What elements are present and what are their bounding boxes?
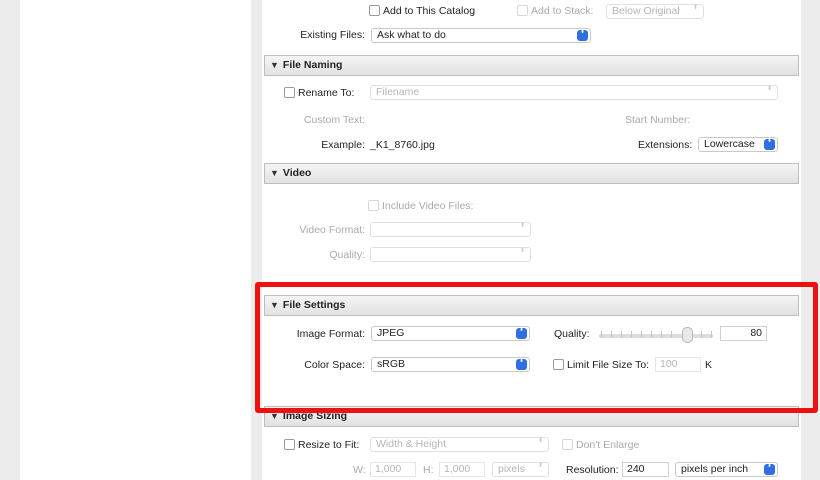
video-title: Video <box>282 167 312 179</box>
resize-to-fit-label: Resize to Fit: <box>298 439 360 451</box>
existing-files-select[interactable]: Ask what to do ⬍ <box>371 28 591 43</box>
rename-to-checkbox[interactable] <box>284 87 295 98</box>
rename-to-label: Rename To: <box>298 87 355 99</box>
add-to-catalog-checkbox[interactable] <box>369 5 380 16</box>
resize-to-fit-value: Width & Height <box>376 438 447 450</box>
example-value: _K1_8760.jpg <box>370 139 435 151</box>
existing-files-label: Existing Files: <box>300 29 365 41</box>
resolution-field[interactable]: 240 <box>622 462 669 477</box>
extensions-label: Extensions: <box>638 139 693 151</box>
resolution-units-select[interactable]: pixels per inch ⬍ <box>675 462 778 477</box>
example-label: Example: <box>321 139 365 151</box>
chevron-up-down-icon: ⬍ <box>577 29 588 41</box>
start-number-label: Start Number: <box>625 114 691 126</box>
chevron-up-down-icon: ⬍ <box>519 223 526 229</box>
chevron-up-down-icon: ⬍ <box>766 86 773 92</box>
resize-to-fit-select[interactable]: Width & Height ⬍ <box>370 437 549 452</box>
resolution-units-value: pixels per inch <box>681 463 749 475</box>
include-video-label: Include Video Files: <box>382 200 474 212</box>
add-to-catalog-label: Add to This Catalog <box>383 5 476 17</box>
chevron-up-down-icon: ⬍ <box>692 5 699 11</box>
custom-text-label: Custom Text: <box>303 114 365 126</box>
rename-to-value: Filename <box>376 86 420 98</box>
width-field[interactable]: 1,000 <box>370 462 416 477</box>
dont-enlarge-checkbox[interactable] <box>562 439 573 450</box>
chevron-up-down-icon: ⬍ <box>764 463 775 475</box>
video-header[interactable]: ▼ Video <box>264 163 799 184</box>
dont-enlarge-label: Don't Enlarge <box>576 439 640 451</box>
extensions-value: Lowercase <box>704 138 755 150</box>
highlight-box <box>255 282 818 413</box>
rename-to-select[interactable]: Filename ⬍ <box>370 85 778 100</box>
video-quality-label: Quality: <box>329 249 365 261</box>
video-format-select[interactable]: ⬍ <box>370 222 531 237</box>
extensions-select[interactable]: Lowercase ⬍ <box>698 137 778 152</box>
video-quality-select[interactable]: ⬍ <box>370 247 531 262</box>
chevron-up-down-icon: ⬍ <box>764 138 775 150</box>
resize-to-fit-checkbox[interactable] <box>284 439 295 450</box>
disclosure-triangle-icon: ▼ <box>270 60 279 70</box>
size-units-select[interactable]: pixels ⬍ <box>492 462 549 477</box>
disclosure-triangle-icon: ▼ <box>270 168 279 178</box>
width-label: W: <box>353 464 366 476</box>
video-format-label: Video Format: <box>299 224 365 236</box>
file-naming-title: File Naming <box>282 59 343 71</box>
file-naming-header[interactable]: ▼ File Naming <box>264 55 799 76</box>
height-field[interactable]: 1,000 <box>439 462 485 477</box>
size-units-value: pixels <box>498 463 525 475</box>
add-to-stack-label: Add to Stack: <box>531 5 594 17</box>
height-label: H: <box>423 464 434 476</box>
add-to-stack-checkbox[interactable] <box>517 5 528 16</box>
chevron-up-down-icon: ⬍ <box>519 248 526 254</box>
resolution-label: Resolution: <box>566 464 619 476</box>
include-video-checkbox[interactable] <box>368 200 379 211</box>
existing-files-value: Ask what to do <box>377 29 446 41</box>
stack-position-value: Below Original <box>612 5 680 17</box>
chevron-up-down-icon: ⬍ <box>537 463 544 469</box>
chevron-up-down-icon: ⬍ <box>537 438 544 444</box>
stack-position-select[interactable]: Below Original ⬍ <box>606 4 704 19</box>
left-pane <box>20 0 251 480</box>
